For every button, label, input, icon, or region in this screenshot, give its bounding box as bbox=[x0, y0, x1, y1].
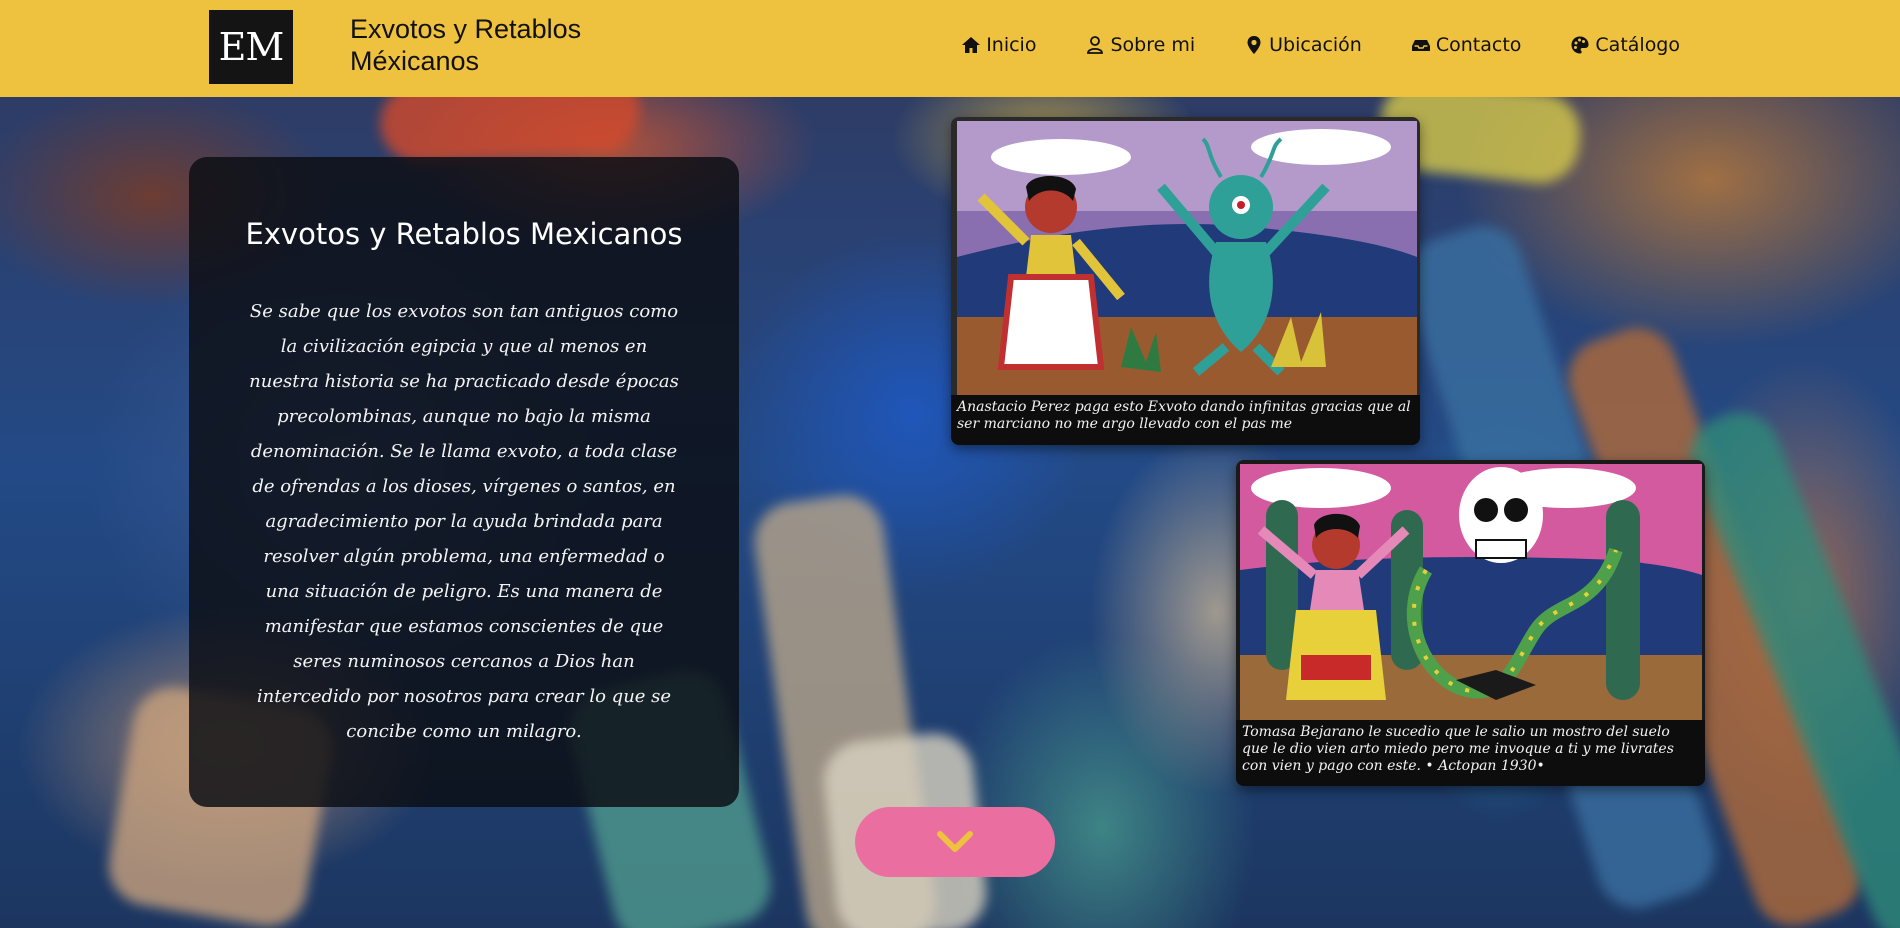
nav-label: Inicio bbox=[986, 34, 1037, 56]
scroll-down-button[interactable] bbox=[855, 807, 1055, 877]
logo-text: EM bbox=[218, 25, 285, 69]
retablo-caption: Tomasa Bejarano le sucedio que le salio … bbox=[1236, 720, 1705, 786]
retablo-painting-alien[interactable]: Anastacio Perez paga esto Exvoto dando i… bbox=[951, 117, 1420, 445]
nav-item-catalogo[interactable]: Catálogo bbox=[1570, 34, 1680, 56]
map-pin-icon bbox=[1247, 36, 1261, 54]
home-icon bbox=[962, 37, 981, 53]
inbox-icon bbox=[1411, 40, 1430, 51]
user-icon bbox=[1087, 36, 1104, 54]
brand-line-2: Méxicanos bbox=[350, 46, 480, 76]
nav-label: Catálogo bbox=[1595, 34, 1680, 56]
main-nav: Inicio Sobre mi Ubicación Contacto Catál… bbox=[961, 34, 1680, 56]
retablo-caption: Anastacio Perez paga esto Exvoto dando i… bbox=[951, 395, 1420, 445]
palette-icon bbox=[1571, 36, 1589, 54]
intro-card: Exvotos y Retablos Mexicanos Se sabe que… bbox=[189, 157, 739, 807]
nav-item-inicio[interactable]: Inicio bbox=[961, 34, 1036, 56]
site-logo[interactable]: EM bbox=[209, 10, 293, 84]
brush-stroke bbox=[377, 97, 643, 166]
brand-line-1: Exvotos y Retablos bbox=[350, 14, 582, 44]
site-header: EM Exvotos y Retablos Méxicanos Inicio S… bbox=[0, 0, 1900, 97]
nav-item-contacto[interactable]: Contacto bbox=[1411, 34, 1522, 56]
chevron-down-icon bbox=[937, 831, 973, 852]
nav-label: Sobre mi bbox=[1110, 34, 1196, 56]
nav-item-sobre-mi[interactable]: Sobre mi bbox=[1085, 34, 1195, 56]
nav-label: Contacto bbox=[1435, 34, 1522, 56]
nav-label: Ubicación bbox=[1269, 34, 1362, 56]
nav-item-ubicacion[interactable]: Ubicación bbox=[1244, 34, 1362, 56]
site-brand[interactable]: Exvotos y Retablos Méxicanos bbox=[350, 13, 670, 77]
intro-text: Se sabe que los exvotos son tan antiguos… bbox=[249, 301, 679, 742]
intro-title: Exvotos y Retablos Mexicanos bbox=[245, 217, 683, 251]
retablo-painting-monster[interactable]: Tomasa Bejarano le sucedio que le salio … bbox=[1236, 460, 1705, 786]
